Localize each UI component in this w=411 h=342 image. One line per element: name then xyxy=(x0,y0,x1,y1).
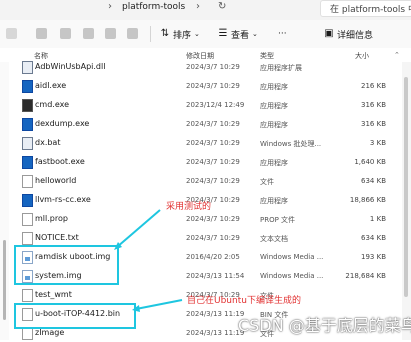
annotation-official: 采用测试的 xyxy=(166,202,212,212)
csdn-watermark: CSDN @基于底层的菜鸟 xyxy=(238,316,411,335)
arrow-line-images xyxy=(116,209,161,248)
annotation-arrows xyxy=(114,209,183,312)
annotation-compiled: 自己在Ubuntu下编译生成的 xyxy=(187,296,301,306)
arrow-head-bin xyxy=(132,305,140,312)
arrow-line-bin xyxy=(135,299,183,310)
